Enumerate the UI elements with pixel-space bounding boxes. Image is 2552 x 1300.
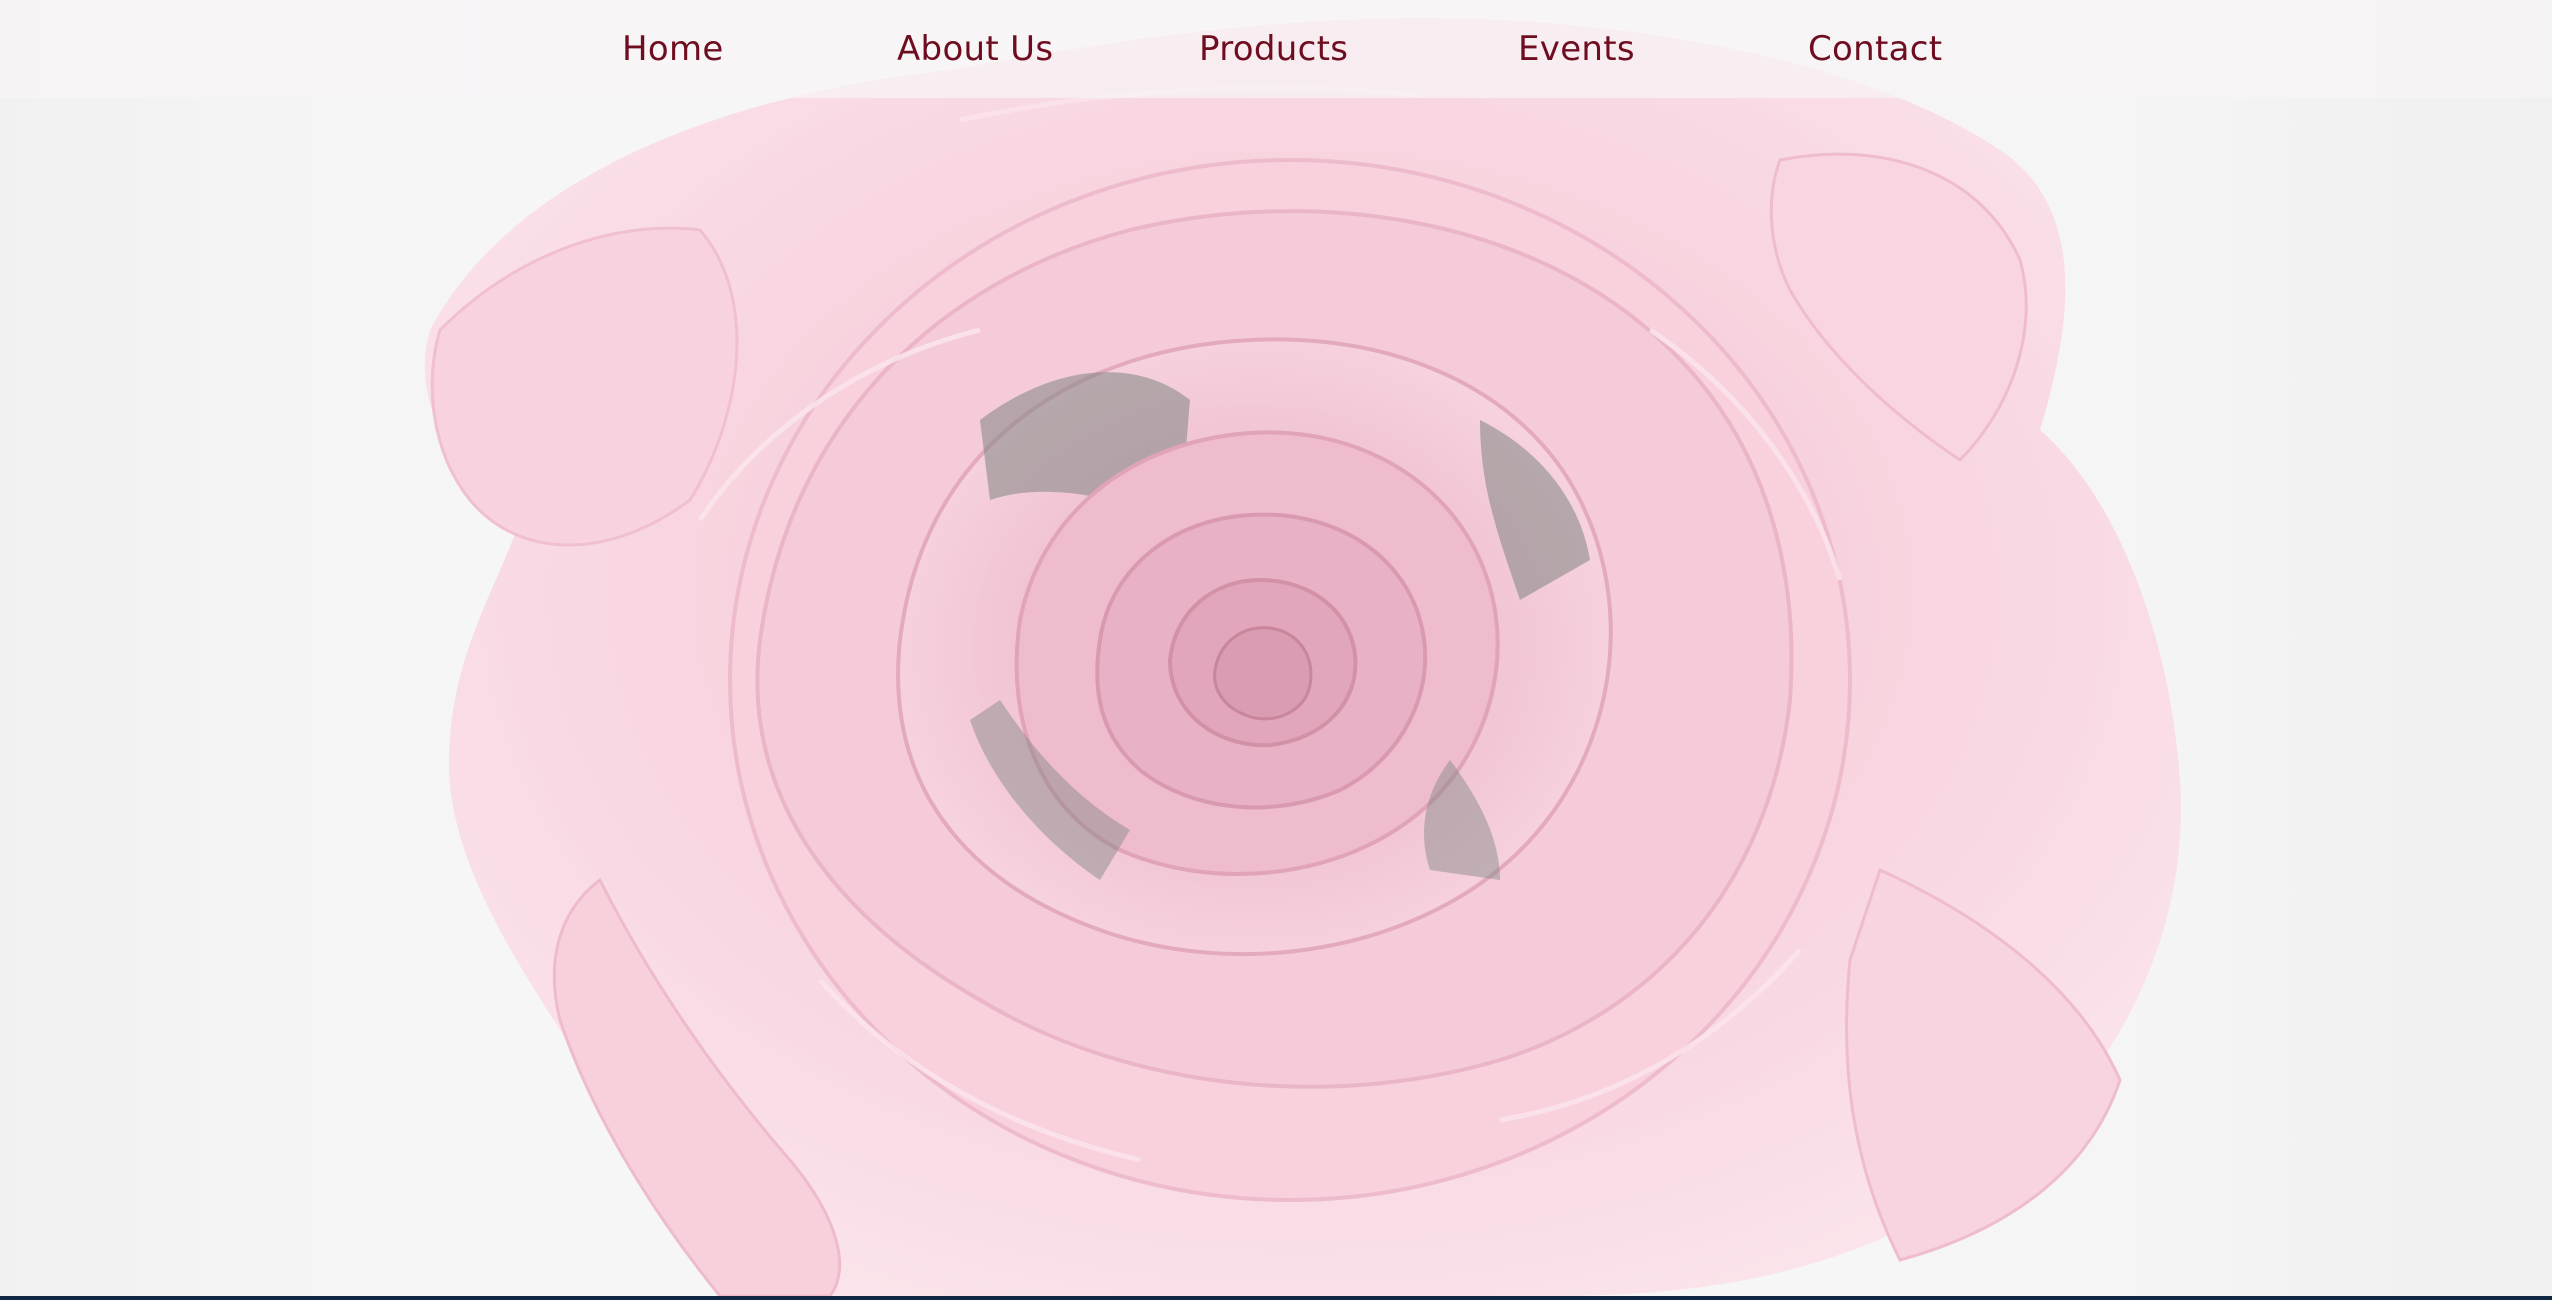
nav-products-link[interactable]: Products [1199, 25, 1348, 73]
bottom-divider [0, 1296, 2552, 1300]
nav-home-link[interactable]: Home [622, 25, 724, 73]
hero-rose-image [0, 0, 2552, 1296]
nav-about-us-link[interactable]: About Us [897, 25, 1053, 73]
page: Home About Us Products Events Contact [0, 0, 2552, 1300]
nav-contact-link[interactable]: Contact [1808, 25, 1942, 73]
nav-events-link[interactable]: Events [1518, 25, 1635, 73]
top-navigation-bar: Home About Us Products Events Contact [0, 0, 2552, 98]
